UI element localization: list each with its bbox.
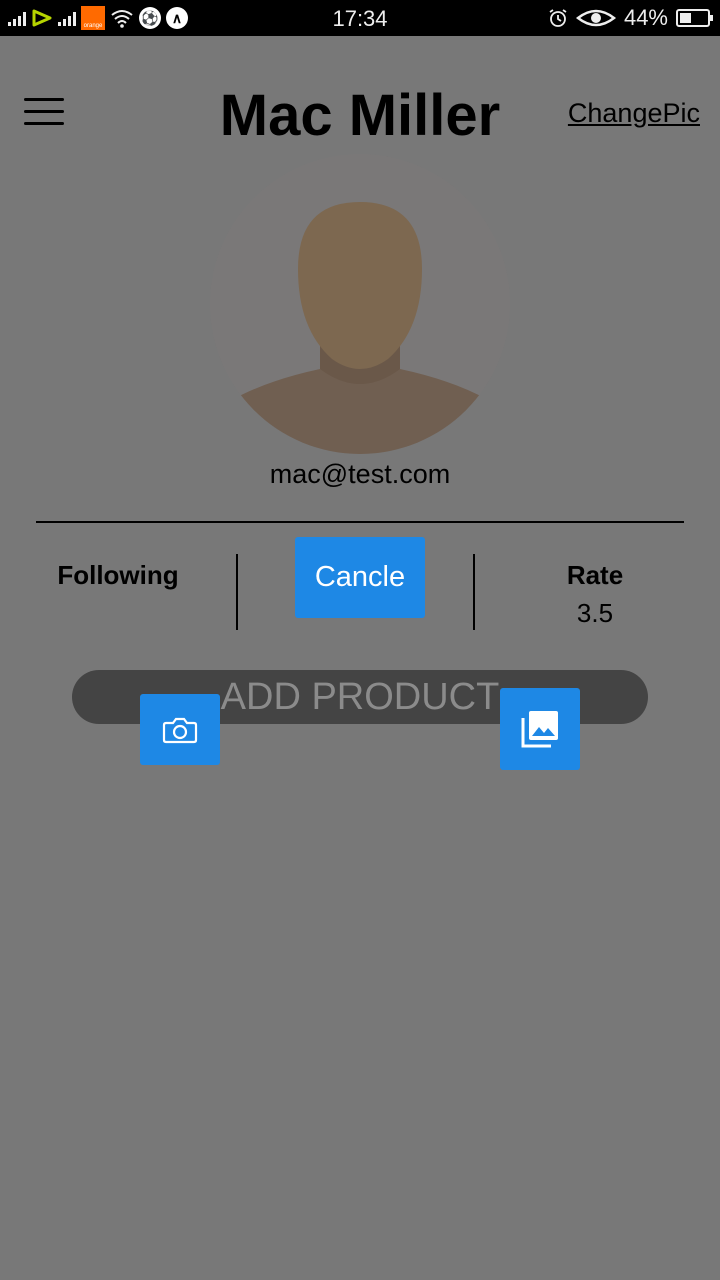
gallery-button[interactable] <box>500 688 580 770</box>
divider-vertical-left <box>236 554 238 630</box>
add-product-label: ADD PRODUCT <box>220 675 500 718</box>
rate-value: 3.5 <box>576 598 614 628</box>
change-pic-link[interactable]: ChangePic <box>568 98 700 129</box>
status-bar: orange ⚽ ∧ 17:34 44% <box>0 0 720 36</box>
divider-vertical-right <box>473 554 475 630</box>
default-avatar-icon <box>210 154 510 454</box>
battery-percent: 44% <box>623 5 668 30</box>
divider <box>36 521 684 523</box>
status-right: 44% <box>548 4 713 32</box>
alarm-icon <box>549 9 567 27</box>
rate-label: Rate <box>566 560 624 590</box>
camera-icon <box>162 717 198 743</box>
gallery-icon <box>521 711 558 748</box>
camera-button[interactable] <box>140 694 220 765</box>
avatar <box>210 154 510 454</box>
battery-icon <box>676 9 713 27</box>
battery-fill <box>680 13 691 23</box>
following-label: Following <box>57 560 179 590</box>
cancel-button[interactable]: Cancle <box>295 537 425 618</box>
email-text: mac@test.com <box>269 459 451 489</box>
eye-icon <box>575 9 616 27</box>
